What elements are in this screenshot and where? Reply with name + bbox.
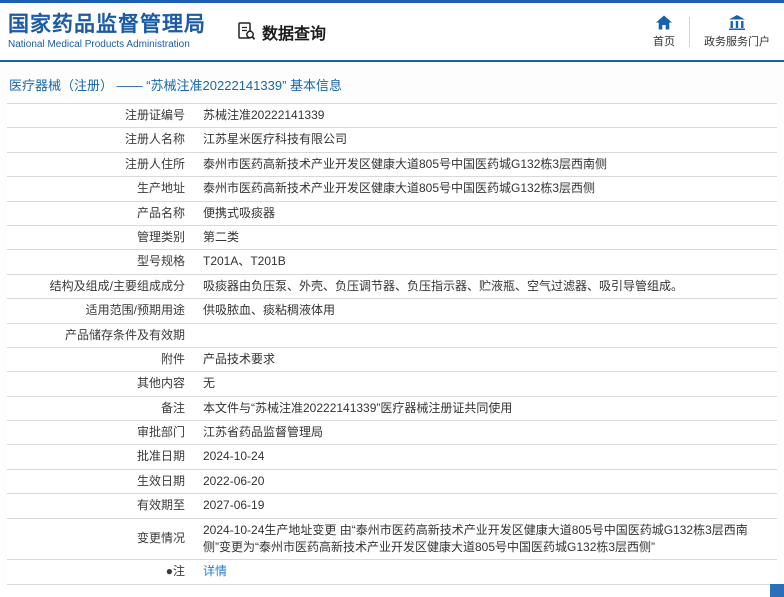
nav-home[interactable]: 首页 [653,15,675,49]
row-value: 吸痰器由负压泵、外壳、负压调节器、负压指示器、贮液瓶、空气过滤器、吸引导管组成。 [203,278,684,293]
table-row: 产品名称 便携式吸痰器 [7,202,777,226]
table-row-note: ●注 详情 [7,560,777,585]
row-label: ●注 [165,564,185,579]
data-query-label: 数据查询 [262,25,327,43]
org-name-cn: 国家药品监督管理局 [8,12,206,36]
table-row: 管理类别 第二类 [7,226,777,251]
row-label: 管理类别 [136,229,185,244]
site-logo[interactable]: 国家药品监督管理局 National Medical Products Admi… [8,13,206,50]
row-label: 生产地址 [136,181,185,196]
data-query-icon [236,21,257,42]
row-label: 注册证编号 [124,108,185,122]
row-value: 泰州市医药高新技术产业开发区健康大道805号中国医药城G132栋3层西侧 [203,181,596,196]
table-row: 注册人住所 泰州市医药高新技术产业开发区健康大道805号中国医药城G132栋3层… [7,153,777,178]
content-area: 医疗器械（注册） —— “苏械注准20222141339” 基本信息 注册证编号… [0,62,784,585]
row-label: 其他内容 [136,376,185,391]
home-icon [655,15,673,30]
row-value: 第二类 [203,229,240,244]
table-row: 生产地址 泰州市医药高新技术产业开发区健康大道805号中国医药城G132栋3层西… [7,177,777,202]
row-label: 注册人名称 [124,132,185,147]
table-row: 变更情况 2024-10-24生产地址变更 由“泰州市医药高新技术产业开发区健康… [7,519,777,561]
row-value: T201A、T201B [203,254,286,269]
row-value: 产品技术要求 [203,351,276,366]
page-title: 医疗器械（注册） —— “苏械注准20222141339” 基本信息 [9,78,343,93]
row-value: 2024-10-24生产地址变更 由“泰州市医药高新技术产业开发区健康大道805… [203,522,748,555]
detail-link[interactable]: 详情 [203,564,227,578]
header-nav: 首页 政务服务门户 [653,14,774,49]
row-value: 苏械注准20222141339 [203,108,325,122]
row-label: 适用范围/预期用途 [85,303,185,318]
nav-home-label: 首页 [653,35,675,48]
table-row: 有效期至 2027-06-19 [7,494,777,519]
row-label: 产品名称 [136,205,185,220]
row-label: 型号规格 [136,254,185,269]
row-value: 2022-06-20 [203,473,265,488]
row-value: 本文件与“苏械注准20222141339”医疗器械注册证共同使用 [203,400,513,415]
row-label: 批准日期 [136,449,185,464]
table-row: 注册人名称 江苏星米医疗科技有限公司 [7,128,777,153]
table-row: 备注 本文件与“苏械注准20222141339”医疗器械注册证共同使用 [7,397,777,422]
row-value: 泰州市医药高新技术产业开发区健康大道805号中国医药城G132栋3层西南侧 [203,156,608,171]
row-value: 供吸脓血、痰粘稠液体用 [203,303,336,318]
row-value: 江苏省药品监督管理局 [203,425,324,440]
row-value: 无 [203,376,216,391]
table-row: 审批部门 江苏省药品监督管理局 [7,421,777,446]
nav-portal-label: 政务服务门户 [704,35,770,48]
data-query-tool[interactable]: 数据查询 [236,20,326,44]
registration-info-table: 注册证编号 苏械注准20222141339 注册人名称 江苏星米医疗科技有限公司… [7,103,777,585]
row-value: 江苏星米医疗科技有限公司 [203,132,348,147]
row-label: 生效日期 [136,473,185,488]
row-label: 附件 [160,351,185,366]
row-value: 便携式吸痰器 [203,205,276,220]
portal-building-icon [728,14,746,30]
table-row: 生效日期 2022-06-20 [7,470,777,495]
row-value: 2027-06-19 [203,498,265,513]
table-row: 结构及组成/主要组成成分 吸痰器由负压泵、外壳、负压调节器、负压指示器、贮液瓶、… [7,275,777,300]
row-value: 2024-10-24 [203,449,265,464]
table-row: 附件 产品技术要求 [7,348,777,373]
row-label: 注册人住所 [124,156,185,171]
nav-portal[interactable]: 政务服务门户 [704,14,770,49]
table-row: 其他内容 无 [7,372,777,397]
row-label: 变更情况 [136,531,185,546]
row-label: 结构及组成/主要组成成分 [49,278,185,293]
row-label: 审批部门 [136,425,185,440]
site-header: 国家药品监督管理局 National Medical Products Admi… [0,3,784,60]
table-row: 产品储存条件及有效期 [7,324,777,348]
table-row: 批准日期 2024-10-24 [7,445,777,470]
row-value [195,332,777,338]
row-label: 有效期至 [136,498,185,513]
row-value: 详情 [195,560,777,583]
row-label: 产品储存条件及有效期 [64,327,185,342]
org-name-en: National Medical Products Administration [8,39,190,51]
back-to-top-button[interactable] [770,584,784,597]
table-row: 型号规格 T201A、T201B [7,250,777,275]
table-row: 适用范围/预期用途 供吸脓血、痰粘稠液体用 [7,299,777,324]
table-row: 注册证编号 苏械注准20222141339 [7,104,777,129]
nav-divider [689,16,690,47]
row-label: 备注 [160,400,185,415]
